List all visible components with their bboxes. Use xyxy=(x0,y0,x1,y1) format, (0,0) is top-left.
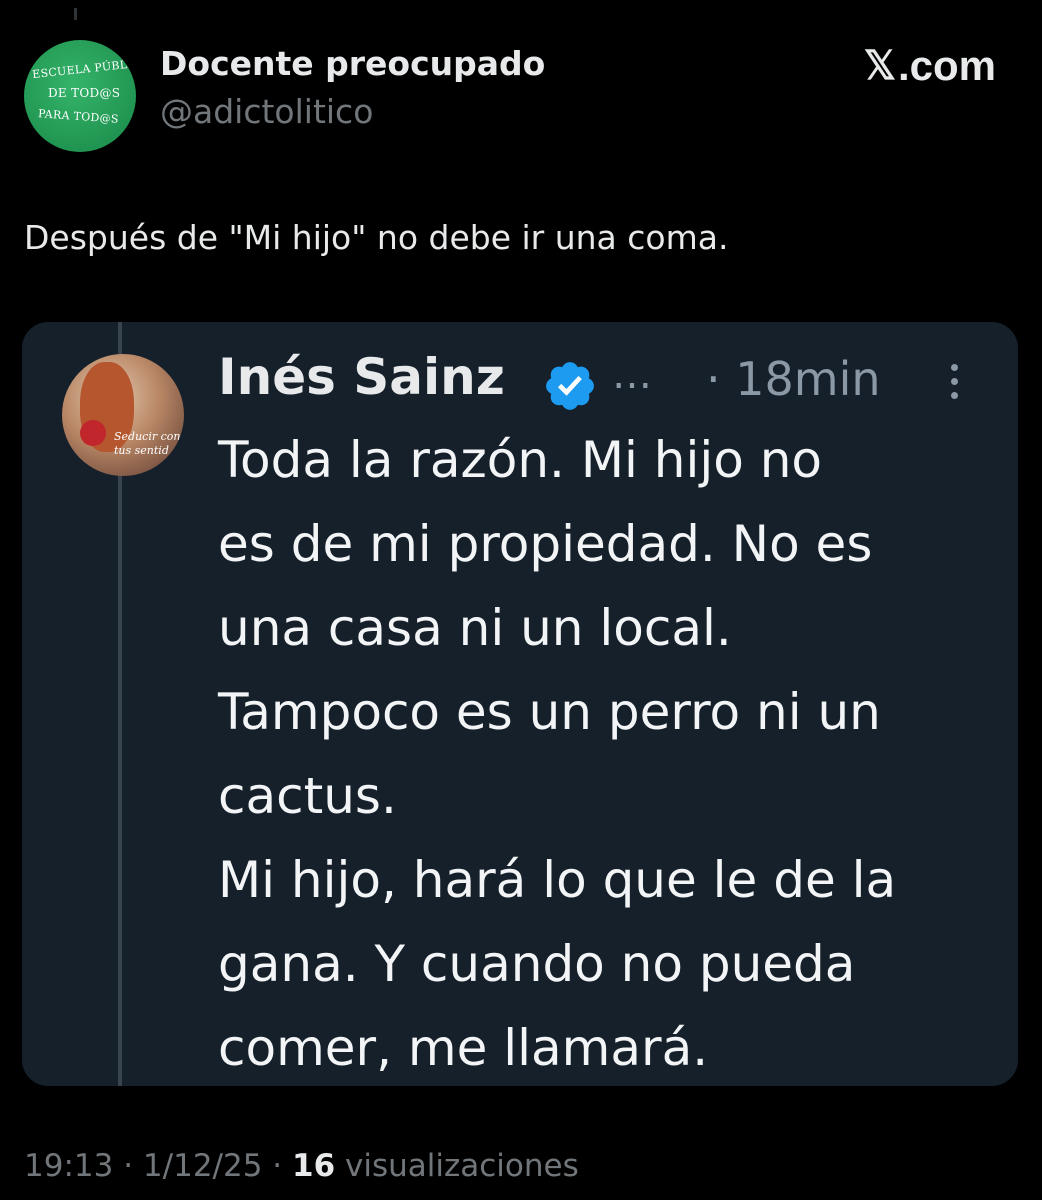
author-display-name[interactable]: Docente preocupado xyxy=(160,44,545,83)
brand-label: .com xyxy=(897,42,996,89)
quoted-tweet-body: Toda la razón. Mi hijo no es de mi propi… xyxy=(218,418,1008,1086)
avatar-text-line: PARA TOD@S xyxy=(37,107,120,126)
tweet-metadata: 19:13 · 1/12/25 · 16 visualizaciones xyxy=(24,1148,579,1184)
post-time[interactable]: 19:13 xyxy=(24,1148,113,1184)
body-line: es de mi propiedad. No es xyxy=(218,515,873,573)
author-handle[interactable]: @adictolitico xyxy=(160,92,373,131)
more-options-icon[interactable] xyxy=(948,364,960,408)
views-count: 16 xyxy=(292,1148,336,1184)
avatar-text-line: DE TOD@S xyxy=(48,86,121,100)
x-brand: 𝕏 .com xyxy=(864,42,996,90)
x-logo-icon: 𝕏 xyxy=(863,44,896,88)
avatar-text-line: tus sentid xyxy=(114,444,169,457)
body-line: Toda la razón. Mi hijo no xyxy=(218,431,823,489)
quoted-timestamp[interactable]: · 18min xyxy=(706,352,881,406)
body-line: Tampoco es un perro ni un xyxy=(218,683,881,741)
body-line: una casa ni un local. xyxy=(218,599,732,657)
name-truncation: … xyxy=(612,352,652,398)
quoted-tweet-card[interactable]: Seducir con tus sentid Inés Sainz … · 18… xyxy=(22,322,1018,1086)
quoted-author-name[interactable]: Inés Sainz xyxy=(218,348,505,406)
tweet-screenshot: ESCUELA PÚBLICA DE TOD@S PARA TOD@S Doce… xyxy=(0,0,1042,1200)
body-line: gana. Y cuando no pueda xyxy=(218,935,856,993)
quoted-author-avatar[interactable]: Seducir con tus sentid xyxy=(62,354,184,476)
avatar-text-line: ESCUELA PÚBLICA xyxy=(31,55,136,82)
body-line: cactus. xyxy=(218,767,397,825)
body-line: comer, me llamará. xyxy=(218,1019,709,1077)
verified-badge-icon xyxy=(546,362,594,410)
tweet-text: Después de "Mi hijo" no debe ir una coma… xyxy=(24,218,729,257)
author-avatar[interactable]: ESCUELA PÚBLICA DE TOD@S PARA TOD@S xyxy=(24,40,136,152)
post-date[interactable]: 1/12/25 xyxy=(143,1148,263,1184)
avatar-text-line: Seducir con xyxy=(114,430,181,443)
body-line: Mi hijo, hará lo que le de la xyxy=(218,851,897,909)
views-label: visualizaciones xyxy=(345,1148,579,1184)
divider xyxy=(74,8,77,20)
